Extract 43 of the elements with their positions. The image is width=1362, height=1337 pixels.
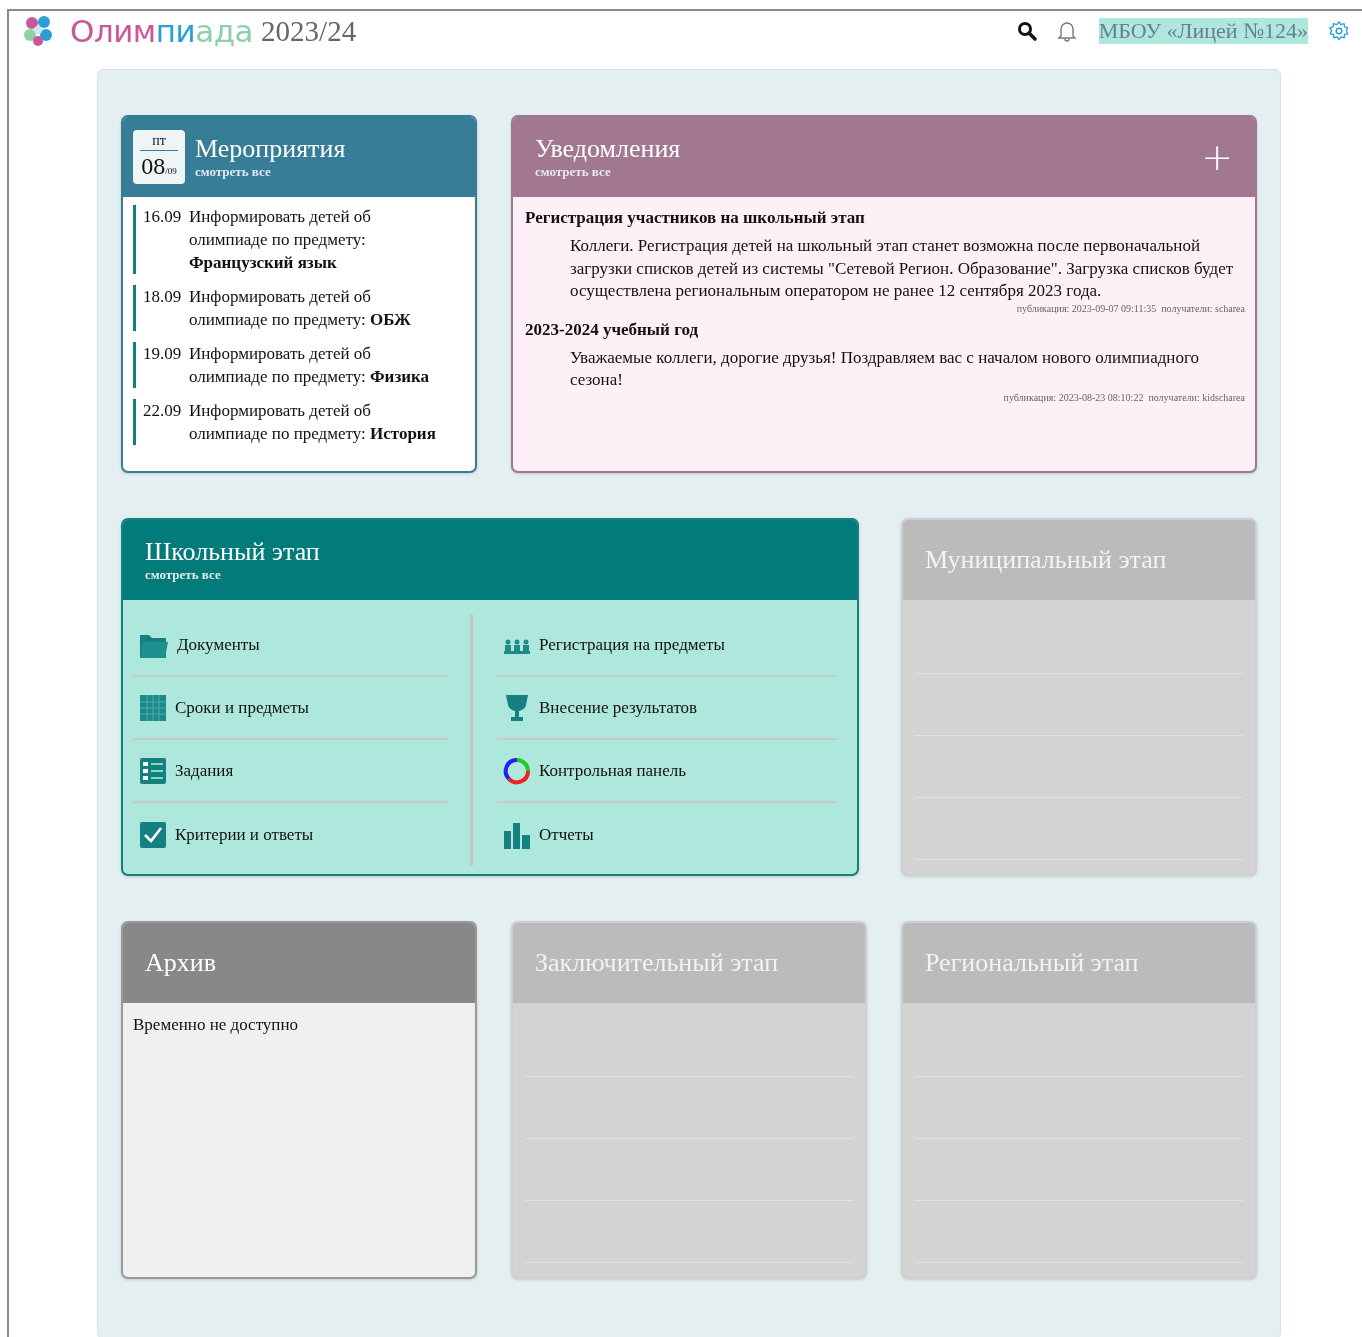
trophy-icon bbox=[503, 692, 531, 723]
card-title: Заключительный этап bbox=[535, 948, 779, 978]
add-button[interactable]: + bbox=[1201, 138, 1233, 176]
notification-meta: публикация: 2023-09-07 09:11:35 получатели: scharea bbox=[1015, 302, 1245, 315]
calendar-month: /09 bbox=[165, 166, 177, 176]
card-title: Муниципальный этап bbox=[925, 545, 1167, 575]
view-all-link[interactable]: смотреть все bbox=[145, 567, 320, 583]
menu-item[interactable]: Задания bbox=[133, 740, 448, 803]
calendar-weekday: пт bbox=[140, 132, 178, 151]
event-item[interactable]: 16.09 Информировать детей об олимпиаде по предмету: Французский язык bbox=[133, 205, 465, 274]
checkmark-icon bbox=[139, 820, 167, 849]
menu-item[interactable]: Контрольная панель bbox=[497, 740, 837, 803]
notification-text: Коллеги. Регистрация детей на школьный этап станет возможна после первоначальной загрузки списков детей из системы "Сетевой Регион. Образование". Загрузка списков будет осуществлена региональным оператором не ранее 12 сентября 2023 года. bbox=[570, 235, 1235, 302]
card-title: Мероприятия bbox=[195, 134, 346, 164]
checklist-icon bbox=[139, 756, 167, 785]
event-item[interactable]: 19.09 Информировать детей об олимпиаде по предмету: Физика bbox=[133, 342, 465, 388]
menu-item[interactable]: Отчеты bbox=[497, 803, 837, 866]
notification-meta: публикация: 2023-08-23 08:10:22 получатели: kidscharea bbox=[1002, 391, 1245, 404]
card-title: Уведомления bbox=[535, 134, 681, 164]
logo-title: Олимпиада bbox=[70, 13, 254, 49]
bell-icon[interactable] bbox=[1056, 20, 1077, 42]
card-title: Региональный этап bbox=[925, 948, 1139, 978]
status-message: Временно не доступно bbox=[132, 1014, 300, 1036]
ring-chart-icon bbox=[503, 756, 531, 785]
view-all-link[interactable]: смотреть все bbox=[195, 164, 346, 180]
notification-title: Регистрация участников на школьный этап bbox=[525, 207, 866, 229]
card-title: Школьный этап bbox=[145, 537, 320, 567]
menu-item[interactable]: Сроки и предметы bbox=[133, 677, 448, 740]
menu-item[interactable]: Внесение результатов bbox=[497, 677, 837, 740]
bar-chart-icon bbox=[503, 820, 531, 849]
menu-item[interactable]: Регистрация на предметы bbox=[497, 614, 837, 677]
notification-title: 2023-2024 учебный год bbox=[525, 318, 700, 341]
settings-icon[interactable] bbox=[1328, 20, 1350, 42]
search-icon[interactable] bbox=[1016, 21, 1037, 41]
notification-text: Уважаемые коллеги, дорогие друзья! Поздравляем вас с началом нового олимпиадного сезона! bbox=[570, 346, 1200, 391]
calendar-day: 08 bbox=[141, 153, 166, 179]
calendar-grid-icon bbox=[139, 693, 167, 722]
menu-item[interactable]: Критерии и ответы bbox=[133, 803, 448, 866]
event-item[interactable]: 22.09 Информировать детей об олимпиаде по предмету: История bbox=[133, 399, 465, 445]
menu-item[interactable]: Документы bbox=[133, 614, 448, 677]
card-title: Архив bbox=[145, 948, 216, 978]
event-item[interactable]: 18.09 Информировать детей об олимпиаде по предмету: ОБЖ bbox=[133, 285, 465, 331]
season-year: 2023/24 bbox=[261, 14, 357, 48]
